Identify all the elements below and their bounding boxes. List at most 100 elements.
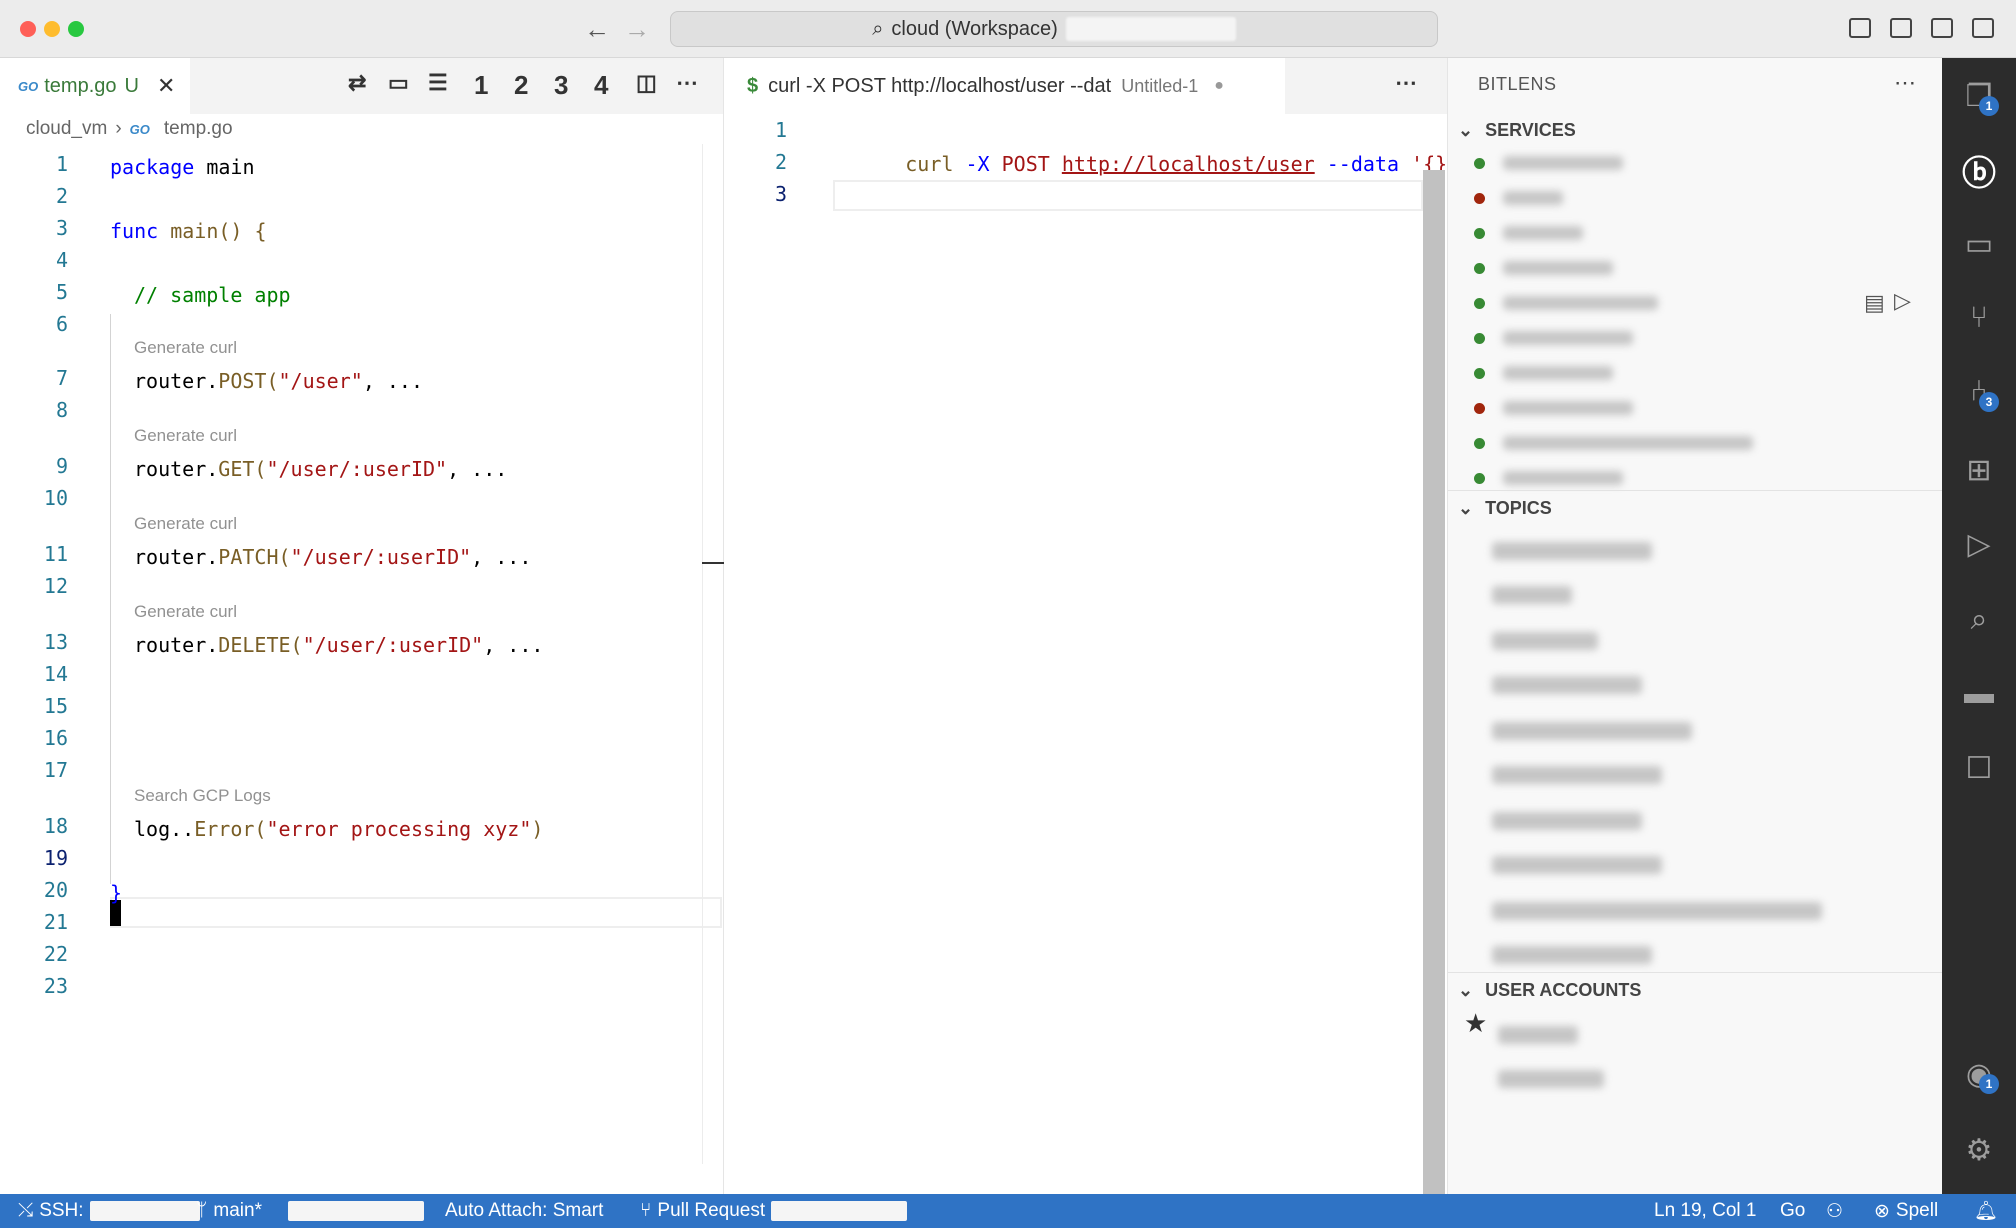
more-actions-icon[interactable]: ⋯	[1894, 70, 1916, 96]
left-code-area[interactable]: 1 2 3 4 5 6 7 8 9 10 11 12 13 14 15 16 1…	[0, 144, 724, 1164]
chevron-right-icon: ›	[115, 118, 122, 139]
redacted-service-name	[1503, 366, 1613, 380]
more-actions-icon[interactable]: ⋯	[1395, 70, 1417, 96]
debug-run-icon[interactable]: ▷	[1894, 288, 1911, 314]
codelens-generate-curl[interactable]: Generate curl	[134, 602, 237, 622]
generate-docs-icon[interactable]: ▤	[1864, 290, 1885, 316]
topic-item[interactable]	[1492, 856, 1662, 874]
close-tab-icon[interactable]: ✕	[157, 73, 175, 99]
notifications-status[interactable]: 🔔︎	[1974, 1194, 1998, 1228]
code-line-3: func main() {	[110, 219, 267, 243]
copilot-icon: ⚇	[1826, 1200, 1844, 1222]
explorer-badge: 1	[1979, 96, 1999, 116]
bitlens-panel: BITLENS ⋯ ⌄ SERVICES ▤ ▷ ⌄ TOPICS ⌄ USER…	[1447, 58, 1942, 1194]
current-line-highlight	[833, 180, 1423, 211]
topic-item[interactable]	[1492, 542, 1652, 560]
customize-layout-icon[interactable]	[1972, 18, 1994, 38]
tab-temp-go[interactable]: GO temp.go U ✕	[0, 58, 190, 114]
tab-untitled-1[interactable]: $ curl -X POST http://localhost/user --d…	[725, 58, 1285, 114]
toggle-panel-icon[interactable]	[1890, 18, 1912, 38]
spell-check-status[interactable]: ⊗ Spell	[1874, 1194, 1938, 1228]
toggle-primary-sidebar-icon[interactable]	[1849, 18, 1871, 38]
back-arrow-icon[interactable]: ←	[584, 14, 610, 45]
extensions-icon[interactable]: ⊞	[1959, 450, 1999, 490]
topic-item[interactable]	[1492, 722, 1692, 740]
service-item[interactable]	[1474, 286, 1658, 320]
star-icon: ★	[1464, 1008, 1488, 1038]
service-item[interactable]	[1474, 356, 1613, 390]
user-accounts-section-header[interactable]: ⌄ USER ACCOUNTS	[1458, 980, 1641, 1001]
line-number-current: 19	[43, 846, 68, 870]
user-account-item[interactable]	[1498, 1070, 1604, 1088]
open-changes-icon[interactable]: ⇄	[348, 70, 366, 96]
forward-arrow-icon[interactable]: →	[624, 14, 650, 45]
service-item[interactable]	[1474, 321, 1633, 355]
topic-item[interactable]	[1492, 586, 1572, 604]
accounts-icon[interactable]: ◉ 1	[1959, 1054, 1999, 1094]
topic-item[interactable]	[1492, 946, 1652, 964]
pull-request-icon[interactable]: ⑂	[1959, 298, 1999, 338]
command-center-search[interactable]: ⌕ cloud (Workspace)	[670, 11, 1438, 47]
language-mode[interactable]: Go	[1780, 1194, 1805, 1228]
remote-indicator[interactable]: ⤯ SSH:	[18, 1194, 200, 1228]
toolbar-number-2[interactable]: 2	[514, 70, 528, 101]
settings-gear-icon[interactable]: ⚙	[1959, 1130, 1999, 1170]
run-debug-icon[interactable]: ▷	[1959, 524, 1999, 564]
toolbar-number-4[interactable]: 4	[594, 70, 608, 101]
breadcrumb-file[interactable]: temp.go	[164, 118, 233, 140]
comments-icon[interactable]: ☐	[1959, 748, 1999, 788]
code-line-9: router.GET("/user/:userID", ...	[134, 457, 508, 481]
service-item[interactable]	[1474, 251, 1613, 285]
breadcrumb-folder[interactable]: cloud_vm	[26, 118, 107, 140]
terminal-icon[interactable]: ▭	[388, 70, 409, 96]
status-dot	[1474, 402, 1485, 414]
folder-icon[interactable]: ▬	[1959, 674, 1999, 714]
service-item[interactable]	[1474, 181, 1563, 215]
split-editor-icon[interactable]: ◫	[636, 70, 657, 96]
unsaved-dot-icon[interactable]: ●	[1214, 77, 1224, 95]
topic-item[interactable]	[1492, 812, 1642, 830]
codelens-generate-curl[interactable]: Generate curl	[134, 514, 237, 534]
bitlens-icon[interactable]: ⓑ	[1959, 150, 1999, 193]
maximize-window-button[interactable]	[68, 21, 84, 37]
explorer-icon[interactable]: ❐ 1	[1959, 76, 1999, 116]
toolbar-number-3[interactable]: 3	[554, 70, 568, 101]
service-item[interactable]	[1474, 426, 1753, 460]
topic-item[interactable]	[1492, 632, 1598, 650]
codelens-generate-curl[interactable]: Generate curl	[134, 426, 237, 446]
scrollbar-thumb[interactable]	[1423, 170, 1445, 1194]
editor-scrollbar[interactable]	[1423, 170, 1445, 1194]
line-number: 1	[55, 152, 68, 176]
toolbar-number-1[interactable]: 1	[474, 70, 488, 101]
pull-request-status[interactable]: ⑂ Pull Request	[640, 1194, 908, 1228]
redacted-host	[89, 1201, 200, 1221]
close-window-button[interactable]	[20, 21, 36, 37]
middle-code-area[interactable]: 1 2 3 curl -X POST http://localhost/user…	[725, 114, 1459, 1194]
line-number: 20	[43, 878, 68, 902]
user-account-item[interactable]	[1498, 1026, 1578, 1044]
service-item[interactable]	[1474, 216, 1583, 250]
topic-item[interactable]	[1492, 676, 1642, 694]
cursor-position[interactable]: Ln 19, Col 1	[1654, 1194, 1756, 1228]
search-icon[interactable]: ⌕	[1959, 600, 1999, 640]
redacted-sync-status	[288, 1201, 424, 1221]
auto-attach-status[interactable]: Auto Attach: Smart	[445, 1194, 603, 1228]
copilot-status[interactable]: ⚇	[1826, 1194, 1843, 1228]
topics-section-header[interactable]: ⌄ TOPICS	[1458, 498, 1552, 519]
status-dot	[1474, 332, 1485, 344]
sliders-icon[interactable]: ☰	[428, 70, 448, 96]
topic-item[interactable]	[1492, 766, 1662, 784]
topic-item[interactable]	[1492, 902, 1822, 920]
branch-indicator[interactable]: ᛘ main*	[196, 1194, 262, 1228]
more-actions-icon[interactable]: ⋯	[676, 70, 698, 96]
services-section-header[interactable]: ⌄ SERVICES	[1458, 120, 1576, 141]
codelens-search-gcp-logs[interactable]: Search GCP Logs	[134, 786, 271, 806]
remote-explorer-icon[interactable]: ▭	[1959, 224, 1999, 264]
source-control-icon[interactable]: ⑃ 3	[1959, 372, 1999, 412]
service-item[interactable]	[1474, 146, 1623, 180]
codelens-generate-curl[interactable]: Generate curl	[134, 338, 237, 358]
service-item[interactable]	[1474, 391, 1633, 425]
minimize-window-button[interactable]	[44, 21, 60, 37]
toggle-secondary-sidebar-icon[interactable]	[1931, 18, 1953, 38]
line-number-current: 3	[774, 182, 787, 206]
